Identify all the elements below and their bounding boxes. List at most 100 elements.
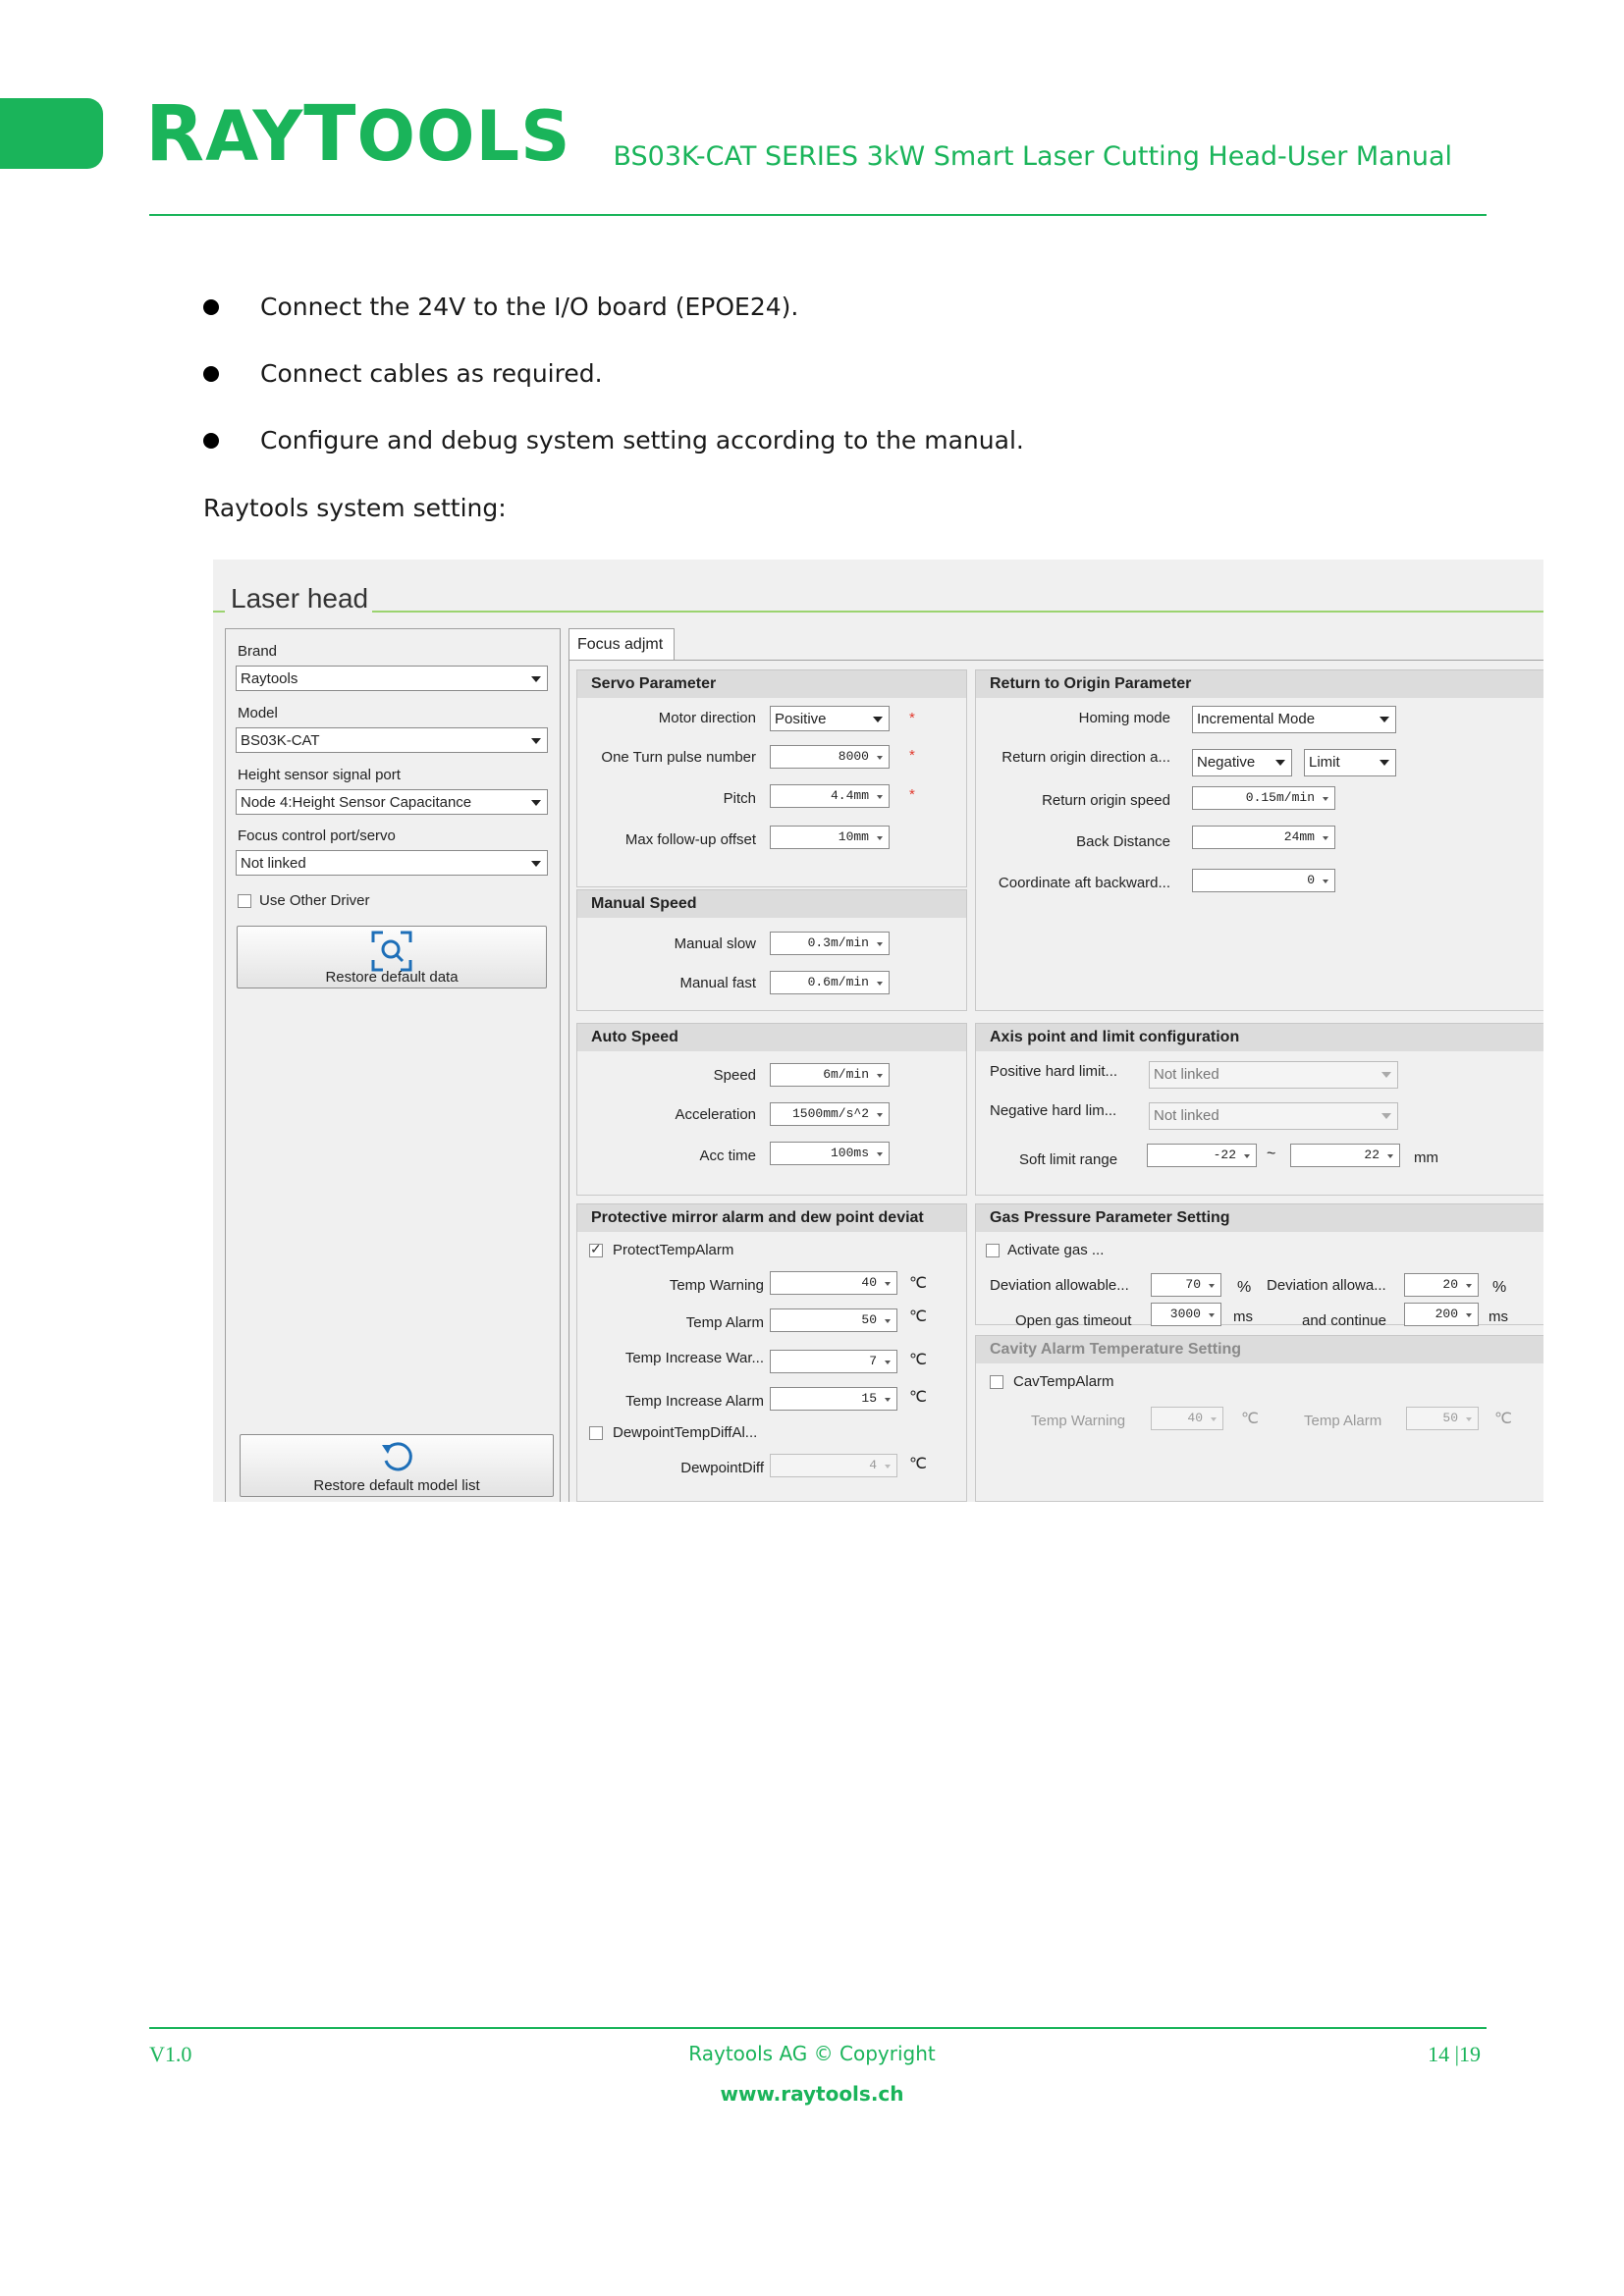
auto-speed-header: Auto Speed (577, 1024, 966, 1051)
document-title: BS03K-CAT SERIES 3kW Smart Laser Cutting… (613, 141, 1452, 172)
chevron-down-icon (531, 676, 541, 682)
cav-temp-alarm-input[interactable]: 50 (1406, 1407, 1479, 1430)
panel-title: Laser head (231, 583, 369, 614)
positive-hard-limit-label: Positive hard limit... (990, 1063, 1118, 1080)
chevron-down-icon (1380, 760, 1389, 766)
refresh-icon (382, 1442, 412, 1471)
bullet-dot-icon (203, 299, 219, 315)
protect-temp-alarm-label: ProtectTempAlarm (613, 1242, 734, 1258)
temp-increase-alarm-input[interactable]: 15 (770, 1387, 897, 1411)
back-distance-input[interactable]: 24mm (1192, 826, 1335, 849)
negative-hard-limit-label: Negative hard lim... (990, 1102, 1117, 1119)
temp-increase-warning-input[interactable]: 7 (770, 1350, 897, 1373)
percent-unit: % (1492, 1279, 1507, 1296)
ms-unit: ms (1489, 1308, 1508, 1325)
return-direction-select[interactable]: Negative (1192, 749, 1292, 776)
return-direction-label: Return origin direction a... (1001, 749, 1170, 766)
use-other-driver-checkbox[interactable] (238, 894, 251, 908)
acc-time-input[interactable]: 100ms (770, 1142, 890, 1165)
homing-mode-select[interactable]: Incremental Mode (1192, 706, 1396, 733)
dewpoint-alarm-checkbox[interactable] (589, 1426, 603, 1440)
coordinate-backward-input[interactable]: 0 (1192, 869, 1335, 892)
title-rule (372, 611, 1543, 613)
celsius-unit: ℃ (909, 1352, 927, 1368)
soft-limit-label: Soft limit range (1019, 1151, 1118, 1168)
tab-focus-adjmt[interactable]: Focus adjmt (568, 628, 675, 660)
return-origin-speed-label: Return origin speed (1042, 792, 1170, 809)
and-continue-input[interactable]: 200 (1404, 1303, 1479, 1326)
axis-limit-header: Axis point and limit configuration (976, 1024, 1543, 1051)
footer-rule (149, 2027, 1487, 2029)
title-rule-left (213, 611, 225, 613)
manual-slow-label: Manual slow (674, 935, 756, 952)
height-port-label: Height sensor signal port (238, 767, 401, 783)
open-gas-timeout-input[interactable]: 3000 (1151, 1303, 1221, 1326)
left-config-pane: Brand Raytools Model BS03K-CAT Height se… (225, 628, 561, 1502)
positive-hard-limit-select[interactable]: Not linked (1149, 1061, 1398, 1089)
temp-alarm-label: Temp Alarm (685, 1314, 764, 1331)
gas-pressure-group: Gas Pressure Parameter Setting Activate … (975, 1203, 1543, 1329)
soft-limit-min-input[interactable]: -22 (1147, 1144, 1257, 1167)
activate-gas-checkbox[interactable] (986, 1244, 1000, 1257)
temp-warning-input[interactable]: 40 (770, 1271, 897, 1295)
chevron-down-icon (531, 861, 541, 867)
temp-warning-label: Temp Warning (669, 1277, 764, 1294)
pulse-number-input[interactable]: 8000 (770, 745, 890, 769)
restore-default-data-button[interactable]: Restore default data (237, 926, 547, 988)
raytools-logo: RAYTOOLS (145, 90, 571, 179)
protect-temp-alarm-checkbox[interactable] (589, 1241, 603, 1257)
brand-label: Brand (238, 643, 278, 660)
celsius-unit: ℃ (909, 1275, 927, 1292)
required-marker: * (909, 710, 915, 726)
dewpoint-diff-input[interactable]: 4 (770, 1454, 897, 1477)
use-other-driver-label: Use Other Driver (259, 892, 370, 909)
model-select[interactable]: BS03K-CAT (236, 727, 548, 753)
manual-slow-input[interactable]: 0.3m/min (770, 932, 890, 955)
soft-limit-max-input[interactable]: 22 (1290, 1144, 1400, 1167)
motor-direction-label: Motor direction (658, 710, 756, 726)
motor-direction-select[interactable]: Positive (770, 706, 890, 731)
temp-alarm-input[interactable]: 50 (770, 1308, 897, 1332)
and-continue-label: and continue (1302, 1312, 1386, 1329)
celsius-unit: ℃ (1494, 1411, 1512, 1427)
tab-strip (568, 628, 1543, 661)
manual-speed-header: Manual Speed (577, 890, 966, 918)
brand-select[interactable]: Raytools (236, 666, 548, 691)
deviation-allowa-input[interactable]: 20 (1404, 1273, 1479, 1297)
chevron-down-icon (1381, 1113, 1391, 1119)
mm-unit: mm (1414, 1149, 1438, 1166)
chevron-down-icon (873, 717, 883, 722)
restore-default-model-list-button[interactable]: Restore default model list (240, 1434, 554, 1497)
deviation-allowa-label: Deviation allowa... (1267, 1277, 1386, 1294)
cav-temp-warning-input[interactable]: 40 (1151, 1407, 1223, 1430)
focus-port-label: Focus control port/servo (238, 828, 396, 844)
section-paragraph: Raytools system setting: (203, 494, 507, 522)
deviation-allowable-input[interactable]: 70 (1151, 1273, 1221, 1297)
speed-input[interactable]: 6m/min (770, 1063, 890, 1087)
negative-hard-limit-select[interactable]: Not linked (1149, 1102, 1398, 1130)
acceleration-label: Acceleration (675, 1106, 756, 1123)
max-followup-label: Max follow-up offset (624, 831, 756, 848)
chevron-down-icon (531, 800, 541, 806)
height-port-select[interactable]: Node 4:Height Sensor Capacitance (236, 789, 548, 815)
cav-temp-alarm-checkbox[interactable] (990, 1375, 1003, 1389)
pitch-input[interactable]: 4.4mm (770, 784, 890, 808)
celsius-unit: ℃ (909, 1308, 927, 1325)
speed-label: Speed (713, 1067, 756, 1084)
chevron-down-icon (1381, 1072, 1391, 1078)
footer-website-link[interactable]: www.raytools.ch (0, 2082, 1624, 2106)
acceleration-input[interactable]: 1500mm/s^2 (770, 1102, 890, 1126)
model-label: Model (238, 705, 278, 721)
return-origin-speed-input[interactable]: 0.15m/min (1192, 786, 1335, 810)
cavity-alarm-header: Cavity Alarm Temperature Setting (976, 1336, 1543, 1363)
gas-pressure-header: Gas Pressure Parameter Setting (976, 1204, 1543, 1232)
cavity-alarm-group: Cavity Alarm Temperature Setting CavTemp… (975, 1335, 1543, 1502)
focus-port-select[interactable]: Not linked (236, 850, 548, 876)
max-followup-input[interactable]: 10mm (770, 826, 890, 849)
manual-speed-group: Manual Speed Manual slow 0.3m/min Manual… (576, 889, 967, 1011)
return-limit-select[interactable]: Limit (1304, 749, 1396, 776)
manual-fast-input[interactable]: 0.6m/min (770, 971, 890, 994)
servo-parameter-group: Servo Parameter Motor direction Positive… (576, 669, 967, 887)
celsius-unit: ℃ (1241, 1411, 1259, 1427)
return-origin-group: Return to Origin Parameter Homing mode I… (975, 669, 1543, 1011)
